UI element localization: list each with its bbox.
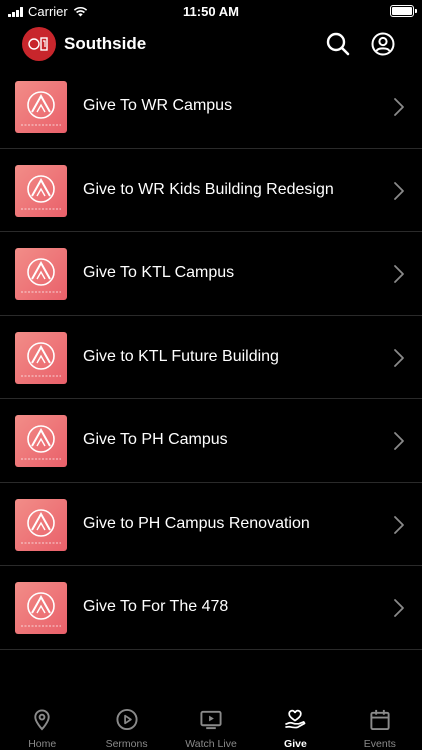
- chevron-right-icon: [394, 265, 404, 283]
- give-label: Give to KTL Future Building: [83, 347, 279, 365]
- give-row[interactable]: Give To WR Campus: [0, 65, 422, 149]
- play-circle-icon: [116, 708, 138, 731]
- chevron-right-icon: [394, 98, 404, 116]
- give-label: Give To PH Campus: [83, 431, 228, 448]
- tv-play-icon: [200, 710, 222, 730]
- chevron-right-icon: [394, 432, 404, 450]
- give-thumbnail: [15, 164, 67, 217]
- give-label: Give to PH Campus Renovation: [83, 514, 310, 532]
- give-row[interactable]: Give To For The 478: [0, 566, 422, 650]
- tab-give[interactable]: Give: [253, 700, 337, 750]
- tab-events[interactable]: Events: [338, 700, 422, 750]
- app-header: Southside: [0, 24, 422, 64]
- give-thumbnail: [15, 582, 67, 634]
- chevron-right-icon: [394, 181, 404, 200]
- location-pin-icon: [34, 709, 50, 731]
- status-bar: Carrier 11:50 AM: [0, 0, 422, 24]
- chevron-right-icon: [394, 348, 404, 367]
- account-icon[interactable]: [370, 31, 396, 57]
- tab-label: Events: [363, 738, 396, 750]
- calendar-icon: [370, 709, 390, 731]
- give-thumbnail: [15, 498, 67, 551]
- give-thumbnail: [15, 331, 67, 384]
- heart-hand-icon: [285, 709, 306, 729]
- battery-icon: [390, 5, 417, 17]
- tab-sermons[interactable]: Sermons: [84, 700, 168, 750]
- tab-label: Home: [28, 738, 57, 750]
- tab-label: Sermons: [105, 738, 148, 750]
- give-row[interactable]: Give To KTL Campus: [0, 232, 422, 316]
- give-row[interactable]: Give to KTL Future Building: [0, 316, 422, 399]
- tab-label: Give: [284, 738, 307, 750]
- tab-label: Watch Live: [185, 738, 237, 750]
- tab-bar: Home Sermons Watch Live Give Events: [0, 700, 422, 750]
- app-title: Southside: [64, 34, 147, 53]
- give-row[interactable]: Give to PH Campus Renovation: [0, 483, 422, 566]
- church-logo: [22, 27, 56, 61]
- tab-watch-live[interactable]: Watch Live: [169, 700, 253, 750]
- give-row[interactable]: Give to WR Kids Building Redesign: [0, 149, 422, 232]
- tab-home[interactable]: Home: [0, 700, 84, 750]
- give-row[interactable]: Give To PH Campus: [0, 399, 422, 483]
- chevron-right-icon: [394, 599, 404, 617]
- give-label: Give To WR Campus: [83, 97, 233, 114]
- status-time: 11:50 AM: [183, 4, 239, 19]
- chevron-right-icon: [394, 515, 404, 534]
- give-label: Give To For The 478: [83, 598, 229, 615]
- give-label: Give to WR Kids Building Redesign: [83, 180, 334, 198]
- give-thumbnail: [15, 81, 67, 133]
- search-icon[interactable]: [325, 31, 351, 57]
- give-list: Give To WR Campus Give to WR Kids Buildin…: [0, 65, 422, 650]
- give-thumbnail: [15, 248, 67, 300]
- give-thumbnail: [15, 415, 67, 467]
- give-label: Give To KTL Campus: [83, 264, 235, 281]
